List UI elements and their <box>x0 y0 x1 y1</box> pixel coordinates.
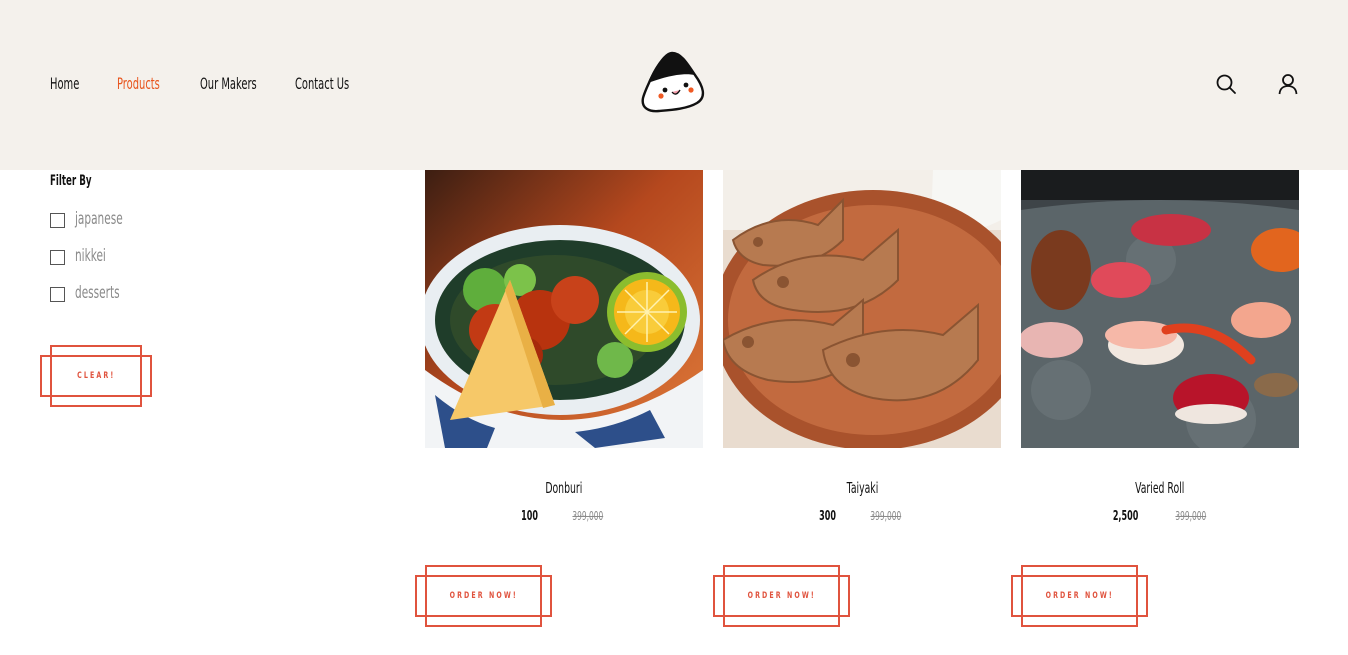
filter-title: Filter By <box>50 173 92 189</box>
clear-filters-button[interactable]: CLEAR! <box>40 345 152 407</box>
nav-products[interactable]: Products <box>117 72 186 97</box>
user-icon[interactable] <box>1277 73 1299 95</box>
clear-filters-label: CLEAR! <box>76 371 116 381</box>
price-current: 300 <box>818 509 836 524</box>
nav-home[interactable]: Home <box>50 72 97 97</box>
order-now-label: ORDER NOW! <box>747 591 816 601</box>
order-now-label: ORDER NOW! <box>449 591 518 601</box>
onigiri-logo-icon[interactable] <box>641 50 705 114</box>
product-name: Donburi <box>545 479 583 497</box>
nav-contact-us[interactable]: Contact Us <box>295 72 382 97</box>
product-image-varied-roll[interactable] <box>1021 170 1299 448</box>
checkbox[interactable] <box>50 250 65 265</box>
price-current: 2,500 <box>1112 509 1138 524</box>
product-name: Varied Roll <box>1135 479 1185 497</box>
product-image-taiyaki[interactable] <box>723 170 1001 448</box>
price-original: 399,000 <box>572 509 603 523</box>
filter-label: japanese <box>75 209 123 229</box>
checkbox[interactable] <box>50 213 65 228</box>
price-current: 100 <box>520 509 538 524</box>
order-now-button[interactable]: ORDER NOW! <box>1011 565 1148 627</box>
price-original: 399,000 <box>1175 509 1206 523</box>
product-price: 100 399,000 <box>425 507 703 525</box>
order-now-button[interactable]: ORDER NOW! <box>415 565 552 627</box>
product-name: Taiyaki <box>846 479 878 497</box>
price-original: 399,000 <box>870 509 901 523</box>
search-icon[interactable] <box>1215 73 1237 95</box>
order-now-button[interactable]: ORDER NOW! <box>713 565 850 627</box>
filter-label: desserts <box>75 283 120 303</box>
product-price: 2,500 399,000 <box>1021 507 1299 525</box>
nav-our-makers[interactable]: Our Makers <box>200 72 291 97</box>
product-image-donburi[interactable] <box>425 170 703 448</box>
site-header: Home Products Our Makers Contact Us <box>0 0 1348 170</box>
checkbox[interactable] <box>50 287 65 302</box>
filter-label: nikkei <box>75 246 106 266</box>
product-price: 300 399,000 <box>723 507 1001 525</box>
order-now-label: ORDER NOW! <box>1045 591 1114 601</box>
